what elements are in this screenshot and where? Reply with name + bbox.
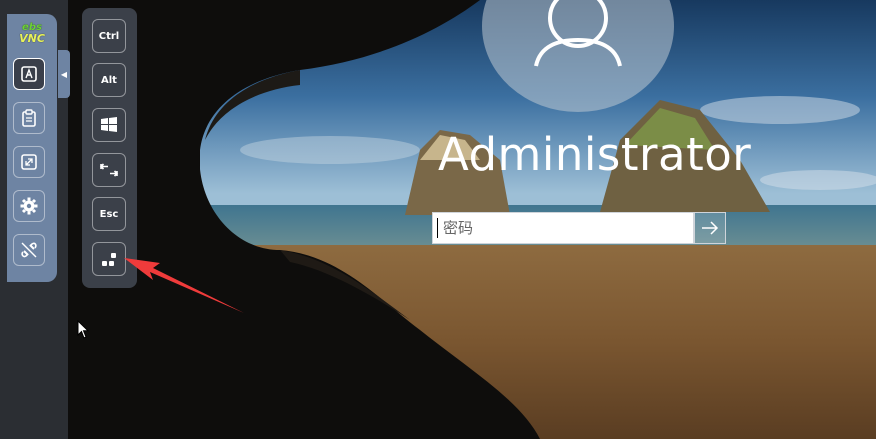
annotation-arrow: [124, 258, 244, 313]
mouse-cursor-icon: [77, 320, 90, 339]
